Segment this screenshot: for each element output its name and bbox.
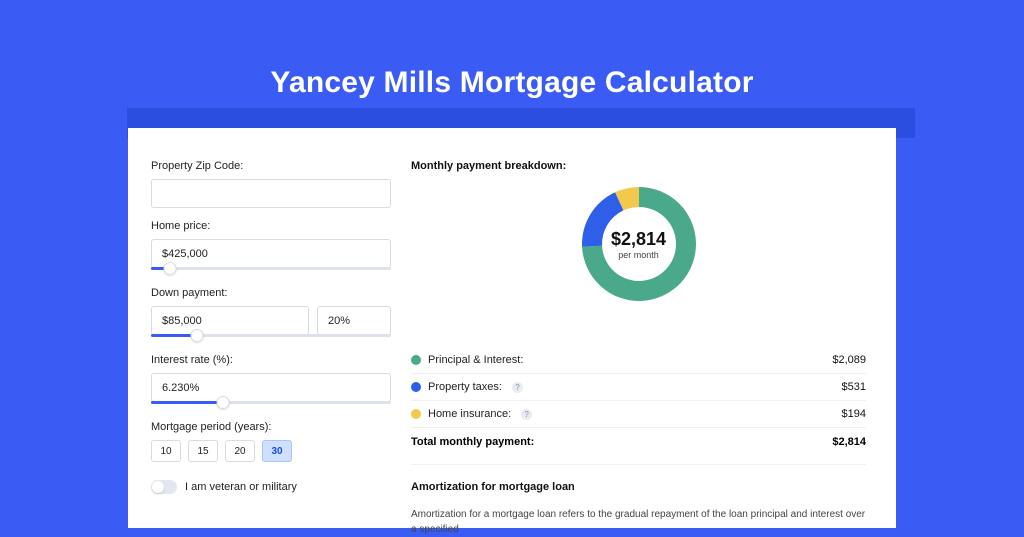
veteran-label: I am veteran or military — [185, 481, 297, 493]
donut-amount: $2,814 — [611, 229, 666, 250]
donut-sub: per month — [618, 250, 659, 260]
period-buttons: 10 15 20 30 — [151, 440, 391, 462]
breakdown-title: Monthly payment breakdown: — [411, 160, 866, 172]
period-btn-15[interactable]: 15 — [188, 440, 218, 462]
interest-slider[interactable] — [151, 399, 391, 409]
interest-label: Interest rate (%): — [151, 354, 391, 366]
interest-input[interactable] — [151, 373, 391, 402]
zip-label: Property Zip Code: — [151, 160, 391, 172]
legend-value: $194 — [842, 408, 866, 420]
home-price-slider[interactable] — [151, 265, 391, 275]
legend-dot — [411, 382, 421, 392]
total-label: Total monthly payment: — [411, 436, 534, 448]
info-icon[interactable]: ? — [512, 382, 523, 393]
period-btn-30[interactable]: 30 — [262, 440, 292, 462]
amortization-title: Amortization for mortgage loan — [411, 481, 866, 493]
down-payment-pct-input[interactable] — [317, 306, 391, 335]
slider-thumb[interactable] — [217, 396, 230, 409]
legend-dot — [411, 409, 421, 419]
down-payment-label: Down payment: — [151, 287, 391, 299]
info-icon[interactable]: ? — [521, 409, 532, 420]
legend-name: Property taxes: — [428, 381, 502, 393]
legend-name: Home insurance: — [428, 408, 511, 420]
page-title: Yancey Mills Mortgage Calculator — [270, 66, 753, 100]
legend-row: Property taxes:? $531 — [411, 373, 866, 400]
period-btn-20[interactable]: 20 — [225, 440, 255, 462]
down-payment-input[interactable] — [151, 306, 309, 335]
period-label: Mortgage period (years): — [151, 421, 391, 433]
legend-row: Home insurance:? $194 — [411, 400, 866, 427]
down-payment-slider[interactable] — [151, 332, 391, 342]
legend-value: $531 — [842, 381, 866, 393]
veteran-toggle[interactable] — [151, 480, 177, 494]
legend: Principal & Interest: $2,089 Property taxe… — [411, 347, 866, 427]
form-panel: Property Zip Code: Home price: Down paym… — [151, 160, 391, 528]
home-price-input[interactable] — [151, 239, 391, 268]
breakdown-panel: Monthly payment breakdown: $2,814 per mo… — [411, 160, 866, 528]
legend-value: $2,089 — [832, 354, 866, 366]
total-value: $2,814 — [832, 436, 866, 448]
zip-input[interactable] — [151, 179, 391, 208]
calculator-card: Property Zip Code: Home price: Down paym… — [128, 128, 896, 528]
slider-thumb[interactable] — [164, 262, 177, 275]
legend-row: Principal & Interest: $2,089 — [411, 347, 866, 373]
legend-dot — [411, 355, 421, 365]
donut-chart: $2,814 per month — [411, 182, 866, 337]
home-price-label: Home price: — [151, 220, 391, 232]
period-btn-10[interactable]: 10 — [151, 440, 181, 462]
legend-name: Principal & Interest: — [428, 354, 523, 366]
slider-thumb[interactable] — [190, 329, 203, 342]
